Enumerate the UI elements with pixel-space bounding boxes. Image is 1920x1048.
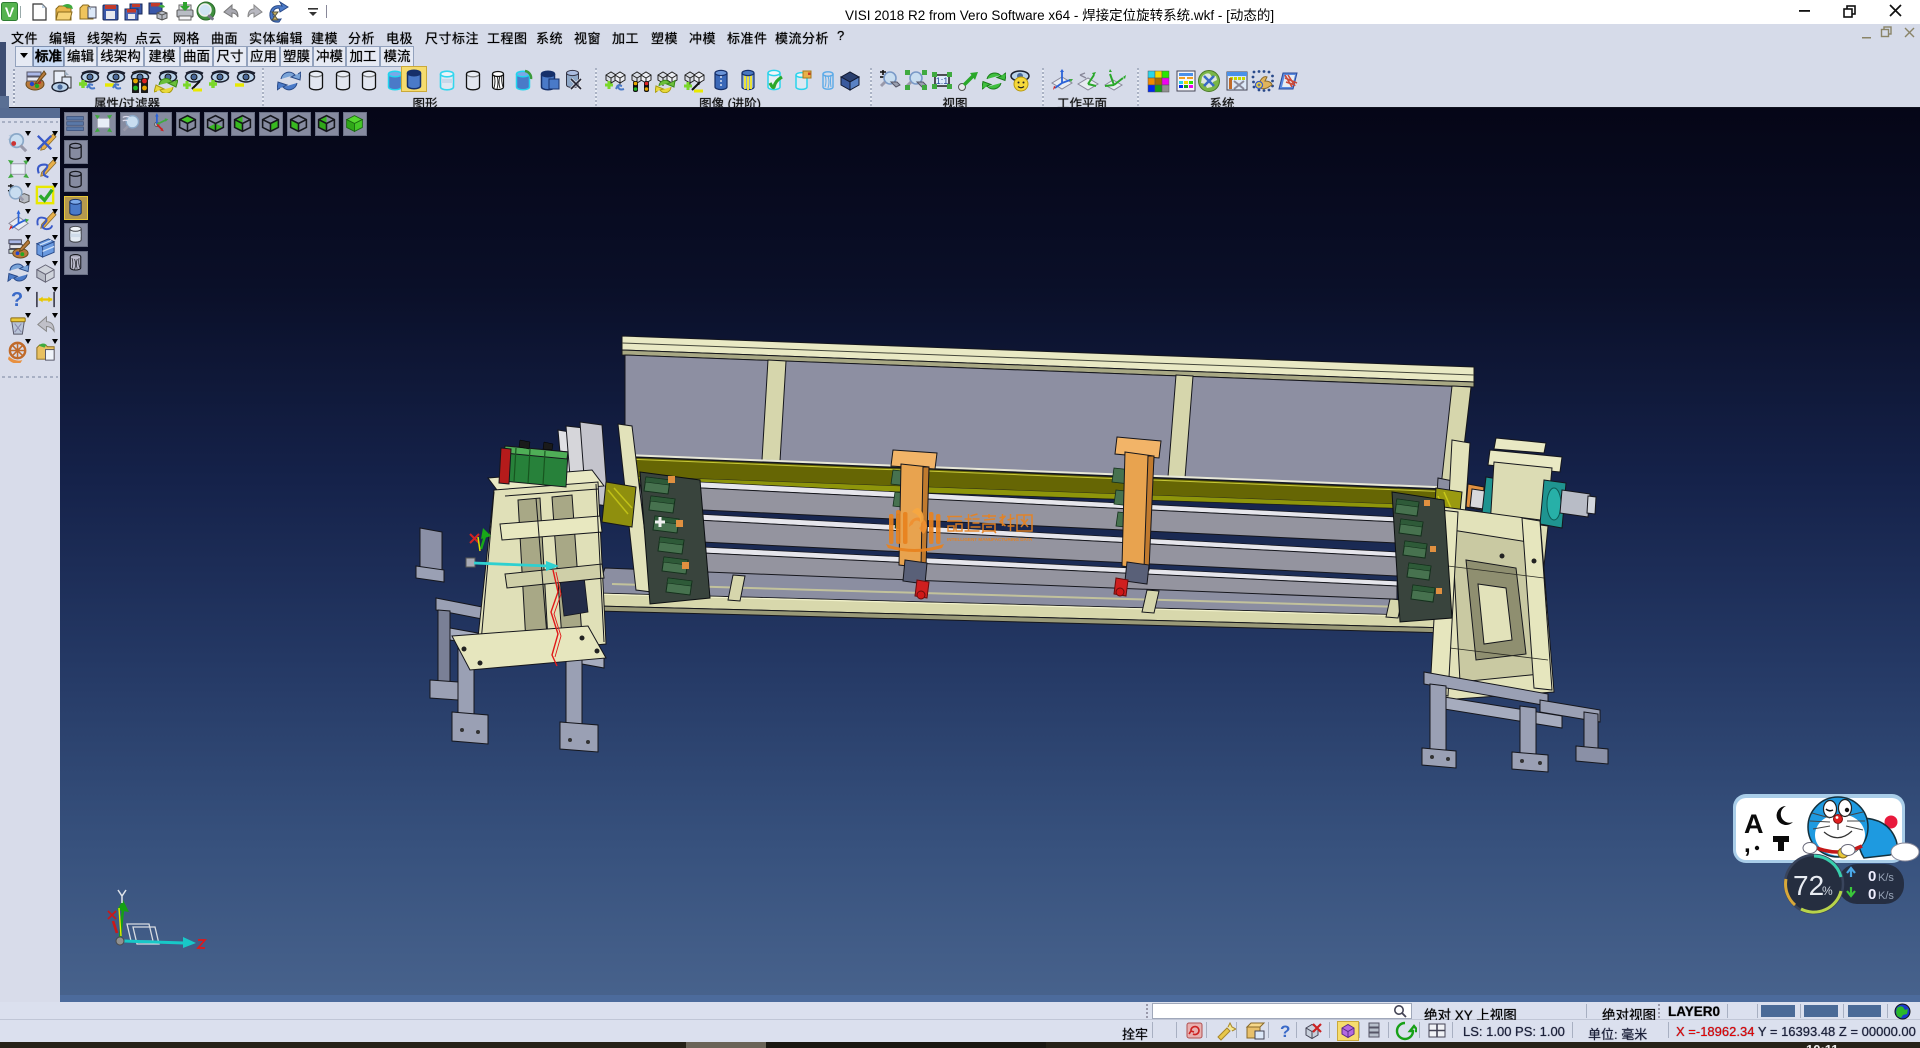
svg-text:K/s: K/s [1878,890,1894,902]
svg-text:72: 72 [1793,870,1824,901]
svg-text:,: , [1744,831,1751,858]
svg-text:V: V [5,4,15,20]
svg-text:0: 0 [1868,868,1876,885]
svg-text:0: 0 [1868,886,1876,903]
svg-text:1:1: 1:1 [936,76,949,86]
svg-text:?: ? [1280,1022,1290,1041]
svg-text:K/s: K/s [1878,872,1894,884]
svg-text:%: % [1822,884,1833,898]
svg-text:?: ? [11,289,23,311]
svg-text:INTELLIGENT MANUFACTURING DATA: INTELLIGENT MANUFACTURING DATA [947,537,1033,542]
